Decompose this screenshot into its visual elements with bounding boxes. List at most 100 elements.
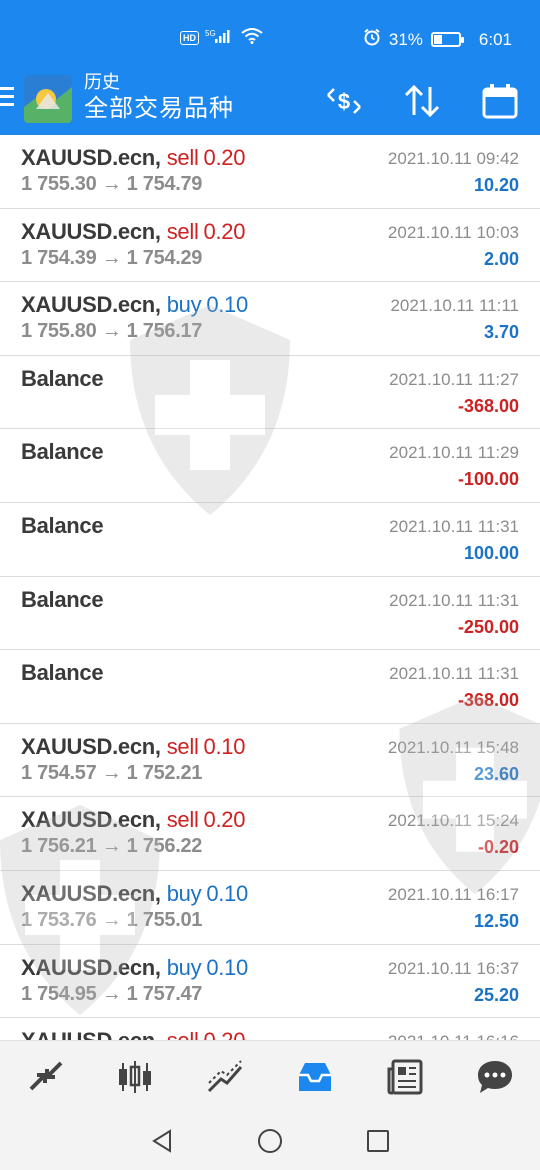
system-navigation-bar: [0, 1112, 540, 1170]
trade-time: 2021.10.11 15:24: [387, 811, 519, 831]
trade-profit: -368.00: [457, 395, 519, 416]
trade-time: 2021.10.11 16:16: [388, 1032, 519, 1040]
trade-row[interactable]: Balance 2021.10.11 11:27 -368.00: [0, 356, 540, 430]
system-indicators: 31% 6:01: [363, 28, 512, 51]
trade-direction: buy: [166, 292, 202, 318]
trade-time: 2021.10.11 15:48: [387, 737, 519, 757]
battery-icon: [430, 32, 464, 47]
trade-row[interactable]: XAUUSD.ecn, buy 0.10 1 755.80 → 1 756.17 202…: [0, 282, 540, 356]
trade-symbol: XAUUSD.ecn, buy 0.10: [21, 292, 248, 318]
trade-time: 2021.10.11 16:17: [387, 884, 519, 904]
menu-icon[interactable]: [0, 87, 14, 109]
trade-direction: sell: [166, 733, 199, 759]
trade-row[interactable]: XAUUSD.ecn, sell 0.20 1 756.21 → 1 756.22 20…: [0, 797, 540, 871]
trade-row[interactable]: XAUUSD.ecn, sell 0.20 1 754.39 → 1 754.29 20…: [0, 209, 540, 283]
trade-row[interactable]: Balance 2021.10.11 11:31 -368.00: [0, 650, 540, 724]
battery-level: [433, 35, 442, 44]
app-bar: 历史 全部交易品种 $: [0, 65, 540, 135]
page-subtitle[interactable]: 全部交易品种: [84, 93, 234, 125]
wifi-icon: [241, 28, 263, 47]
nav-news[interactable]: [360, 1041, 450, 1112]
trade-symbol-name: Balance: [21, 365, 104, 391]
trade-profit: -250.00: [457, 616, 519, 637]
trade-profit: 3.70: [483, 322, 519, 343]
recents-icon[interactable]: [364, 1127, 392, 1155]
trade-symbol: Balance: [21, 660, 104, 686]
nav-history[interactable]: [270, 1041, 360, 1112]
trade-symbol-name: Balance: [21, 439, 104, 465]
signal-label: 5G: [205, 29, 216, 38]
trade-action: buy 0.10: [166, 954, 249, 980]
trade-action: sell 0.10: [166, 733, 246, 759]
trade-symbol: XAUUSD.ecn, sell 0.10: [21, 734, 245, 760]
back-icon[interactable]: [148, 1127, 176, 1155]
trade-time: 2021.10.11 11:31: [389, 516, 519, 536]
alarm-icon: [363, 28, 381, 51]
nav-trade[interactable]: [180, 1041, 270, 1112]
page-title: 历史 全部交易品种: [84, 71, 234, 125]
trade-symbol: Balance: [21, 513, 104, 539]
trade-symbol-name: XAUUSD.ecn,: [21, 218, 161, 244]
trade-icon: [207, 1059, 243, 1092]
trade-time: 2021.10.11 11:27: [389, 369, 519, 389]
trade-history-list[interactable]: XAUUSD.ecn, sell 0.20 1 755.30 → 1 754.79 20…: [0, 135, 540, 1040]
trade-symbol: Balance: [21, 439, 104, 465]
calendar-icon[interactable]: [478, 79, 522, 123]
trade-symbol-name: XAUUSD.ecn,: [21, 733, 161, 759]
trade-volume: 0.10: [206, 880, 248, 906]
trade-action: sell0.20: [167, 807, 246, 833]
trade-profit: 12.50: [473, 910, 519, 931]
news-icon: [387, 1059, 423, 1094]
nav-chart[interactable]: [90, 1041, 180, 1112]
trade-prices: 1 755.30 → 1 754.79: [21, 173, 203, 195]
nav-messages[interactable]: [450, 1041, 540, 1112]
messages-icon: [478, 1060, 512, 1093]
trade-profit: 100.00: [463, 542, 519, 563]
trade-symbol-name: XAUUSD.ecn,: [21, 1028, 161, 1040]
trade-time: 2021.10.11 16:37: [387, 958, 519, 978]
trade-direction: buy: [166, 954, 202, 980]
trade-prices: 1 754.57 → 1 752.21: [21, 761, 203, 784]
trade-action: sell0.20: [167, 145, 246, 170]
trade-action: buy 0.10: [166, 292, 249, 318]
sort-icon[interactable]: [400, 79, 444, 123]
trade-action: buy 0.10: [167, 880, 249, 906]
trade-row[interactable]: XAUUSD.ecn, sell 0.20 1 755.30 → 1 754.79 20…: [0, 135, 540, 209]
trade-row[interactable]: XAUUSD.ecn, sell 0.10 1 754.57 → 1 752.21 20…: [0, 724, 540, 798]
trade-symbol: XAUUSD.ecn,sell0.20: [21, 807, 245, 833]
trade-row[interactable]: Balance 2021.10.11 11:31 100.00: [0, 503, 540, 577]
trade-time: 2021.10.11 11:29: [389, 443, 519, 463]
trade-row[interactable]: XAUUSD.ecn, sell 0.20 2021.10.11 16:16: [0, 1018, 540, 1040]
trade-symbol: Balance: [21, 365, 104, 392]
trade-prices: 1 754.95 → 1 757.47: [21, 982, 203, 1005]
trade-profit: 2.00: [483, 248, 519, 269]
trade-volume: 0.20: [203, 807, 246, 833]
trade-prices: 1 755.80 → 1 756.17: [21, 320, 203, 343]
trade-volume: 0.10: [206, 292, 248, 318]
trade-symbol: XAUUSD.ecn, buy 0.10: [21, 955, 248, 981]
trade-prices: 1 756.21 → 1 756.22: [21, 835, 203, 858]
nav-quotes[interactable]: [0, 1041, 90, 1112]
trade-symbol-name: XAUUSD.ecn,: [21, 145, 161, 170]
network-indicators: HD 5G: [180, 28, 263, 47]
currency-exchange-icon[interactable]: $: [322, 79, 366, 123]
trade-volume: 0.20: [203, 145, 246, 170]
trade-symbol-name: XAUUSD.ecn,: [21, 807, 161, 833]
hd-badge: HD: [180, 30, 199, 45]
trade-profit: 10.20: [473, 175, 519, 195]
svg-text:$: $: [338, 89, 350, 114]
home-icon[interactable]: [256, 1127, 284, 1155]
app-logo: [24, 75, 72, 123]
trade-prices: 1 753.76 → 1 755.01: [21, 908, 203, 931]
trade-symbol-name: XAUUSD.ecn,: [21, 954, 161, 980]
trade-symbol: Balance: [21, 587, 104, 613]
trade-row[interactable]: Balance 2021.10.11 11:31 -250.00: [0, 577, 540, 651]
trade-symbol: XAUUSD.ecn,sell0.20: [21, 145, 245, 171]
trade-row[interactable]: Balance 2021.10.11 11:29 -100.00: [0, 429, 540, 503]
chart-icon: [119, 1060, 151, 1093]
trade-volume: 0.20: [203, 218, 246, 244]
trade-time: 2021.10.11 11:31: [389, 590, 519, 610]
trade-direction: sell: [167, 1028, 199, 1040]
trade-row[interactable]: XAUUSD.ecn, buy 0.10 1 753.76 → 1 755.01 202…: [0, 871, 540, 945]
trade-row[interactable]: XAUUSD.ecn, buy 0.10 1 754.95 → 1 757.47 202…: [0, 945, 540, 1019]
